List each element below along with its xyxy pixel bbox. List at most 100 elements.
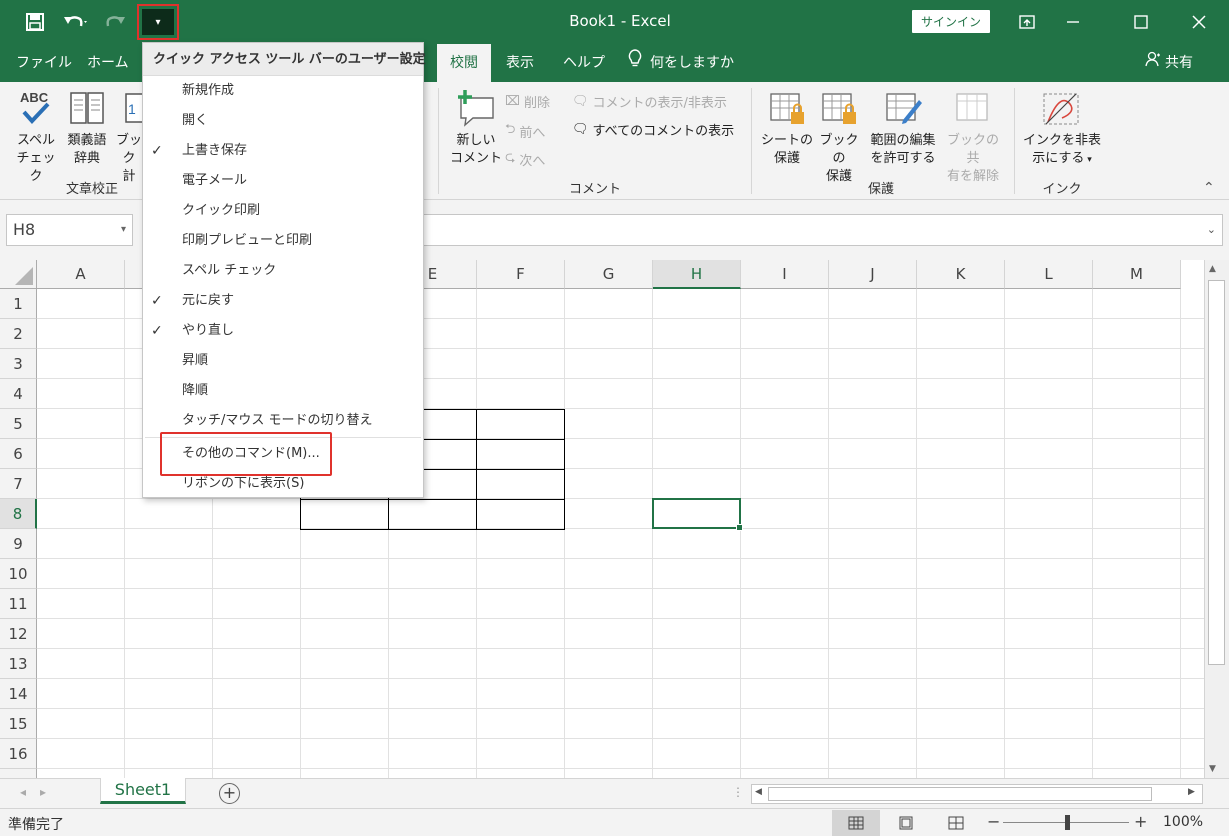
previous-comment-button[interactable]: ⮌ 前へ	[505, 120, 545, 142]
horizontal-scrollbar[interactable]: ◀ ▶	[751, 784, 1203, 804]
menu-item-label: 印刷プレビューと印刷	[182, 233, 313, 248]
save-icon[interactable]	[22, 8, 48, 36]
formula-input[interactable]: ⌄	[420, 214, 1223, 246]
scroll-left-icon[interactable]: ◀	[755, 787, 762, 797]
menu-item[interactable]: 降順	[143, 376, 423, 406]
sheet-tab-sheet1[interactable]: Sheet1	[100, 778, 186, 804]
row-header[interactable]: 11	[0, 589, 37, 619]
tell-me-search[interactable]: 何をしますか	[628, 44, 734, 82]
menu-item-label: クイック印刷	[182, 203, 261, 218]
protect-workbook-button[interactable]: ブックの 保護	[814, 88, 864, 186]
zoom-slider-thumb[interactable]	[1065, 815, 1070, 830]
zoom-level[interactable]: 100%	[1163, 814, 1203, 830]
row-header[interactable]: 15	[0, 709, 37, 739]
row-header[interactable]: 7	[0, 469, 37, 499]
name-box[interactable]: H8 ▾	[6, 214, 133, 246]
page-break-view-icon[interactable]	[932, 810, 980, 836]
column-header[interactable]: H	[653, 260, 741, 289]
menu-item[interactable]: 電子メール	[143, 166, 423, 196]
protect-sheet-button[interactable]: シートの 保護	[760, 88, 814, 168]
menu-item[interactable]: スペル チェック	[143, 256, 423, 286]
row-header[interactable]: 3	[0, 349, 37, 379]
minimize-icon[interactable]	[1050, 6, 1096, 38]
column-header[interactable]: I	[741, 260, 829, 289]
maximize-icon[interactable]	[1118, 6, 1164, 38]
tab-file[interactable]: ファイル	[16, 44, 72, 82]
tab-review[interactable]: 校閲	[437, 44, 491, 82]
menu-item[interactable]: 印刷プレビューと印刷	[143, 226, 423, 256]
active-cell-h8[interactable]	[652, 498, 743, 531]
menu-item[interactable]: 昇順	[143, 346, 423, 376]
unshare-workbook-button[interactable]: ブックの共 有を解除	[942, 88, 1004, 186]
row-header[interactable]: 4	[0, 379, 37, 409]
select-all-button[interactable]	[0, 260, 37, 289]
column-header[interactable]: M	[1093, 260, 1181, 289]
close-icon[interactable]	[1176, 6, 1222, 38]
show-all-comments-button[interactable]: 🗨 すべてのコメントの表示	[572, 120, 734, 139]
share-button[interactable]: 共有	[1145, 44, 1193, 82]
menu-item[interactable]: ✓ 元に戻す	[143, 286, 423, 316]
row-header[interactable]: 5	[0, 409, 37, 439]
checkmark-icon: ✓	[151, 323, 163, 339]
column-header[interactable]: G	[565, 260, 653, 289]
row-header[interactable]: 17	[0, 769, 37, 778]
column-header[interactable]: K	[917, 260, 1005, 289]
grid-line	[828, 289, 829, 778]
ribbon-display-options-icon[interactable]	[1004, 6, 1050, 38]
menu-item[interactable]: ✓ 上書き保存	[143, 136, 423, 166]
allow-edit-ranges-button[interactable]: 範囲の編集 を許可する	[866, 88, 940, 168]
group-divider	[438, 88, 439, 194]
collapse-ribbon-icon[interactable]: ⌃	[1203, 180, 1215, 196]
row-header[interactable]: 8	[0, 499, 37, 529]
tab-home[interactable]: ホーム	[87, 44, 129, 82]
column-header[interactable]: L	[1005, 260, 1093, 289]
scroll-up-icon[interactable]: ▲	[1209, 264, 1216, 274]
next-comment-button[interactable]: ⮎ 次へ	[505, 148, 545, 170]
row-header[interactable]: 9	[0, 529, 37, 559]
menu-item-label: 上書き保存	[182, 143, 248, 158]
splitter-icon[interactable]: ⋮	[732, 785, 744, 799]
row-header[interactable]: 6	[0, 439, 37, 469]
scroll-right-icon[interactable]: ▶	[1188, 787, 1195, 797]
new-comment-button[interactable]: 新しい コメント	[448, 88, 504, 168]
thesaurus-button[interactable]: 類義語 辞典	[63, 88, 111, 168]
menu-item[interactable]: ✓ やり直し	[143, 316, 423, 346]
tab-view[interactable]: 表示	[506, 44, 534, 82]
hide-ink-button[interactable]: インクを非表 示にする ▾	[1022, 88, 1102, 169]
row-header[interactable]: 1	[0, 289, 37, 319]
add-sheet-icon[interactable]: +	[219, 783, 240, 804]
grid-line	[37, 618, 1204, 619]
column-header[interactable]: A	[37, 260, 125, 289]
row-header[interactable]: 13	[0, 649, 37, 679]
spell-check-button[interactable]: ABC スペル チェック	[13, 88, 59, 186]
scroll-down-icon[interactable]: ▼	[1209, 764, 1216, 774]
zoom-out-icon[interactable]: −	[987, 812, 1000, 831]
row-header[interactable]: 14	[0, 679, 37, 709]
row-header[interactable]: 10	[0, 559, 37, 589]
show-hide-comment-button[interactable]: 🗨 コメントの表示/非表示	[572, 92, 727, 111]
page-layout-view-icon[interactable]	[882, 810, 930, 836]
redo-icon[interactable]	[102, 8, 130, 36]
menu-item[interactable]: 新規作成	[143, 76, 423, 106]
column-header[interactable]: F	[477, 260, 565, 289]
undo-icon[interactable]	[58, 8, 94, 36]
signin-button[interactable]: サインイン	[912, 10, 990, 33]
column-header[interactable]: J	[829, 260, 917, 289]
menu-item[interactable]: クイック印刷	[143, 196, 423, 226]
tab-help[interactable]: ヘルプ	[563, 44, 605, 82]
row-header[interactable]: 16	[0, 739, 37, 769]
scroll-thumb[interactable]	[1208, 280, 1225, 665]
menu-item-label: スペル チェック	[182, 263, 277, 278]
sheet-navigation-icon[interactable]: ◂▸	[20, 785, 60, 799]
status-text: 準備完了	[8, 817, 64, 833]
zoom-in-icon[interactable]: +	[1134, 812, 1147, 831]
row-header[interactable]: 12	[0, 619, 37, 649]
workbook-statistics-button[interactable]: 1 ブック 計	[114, 88, 144, 186]
delete-comment-button[interactable]: ⌧ 削除	[505, 92, 550, 111]
menu-item[interactable]: 開く	[143, 106, 423, 136]
row-header[interactable]: 2	[0, 319, 37, 349]
normal-view-icon[interactable]	[832, 810, 880, 836]
vertical-scrollbar[interactable]: ▲ ▼	[1204, 260, 1229, 778]
qat-customize-button[interactable]: ▾	[137, 4, 179, 40]
scroll-thumb[interactable]	[768, 787, 1152, 801]
